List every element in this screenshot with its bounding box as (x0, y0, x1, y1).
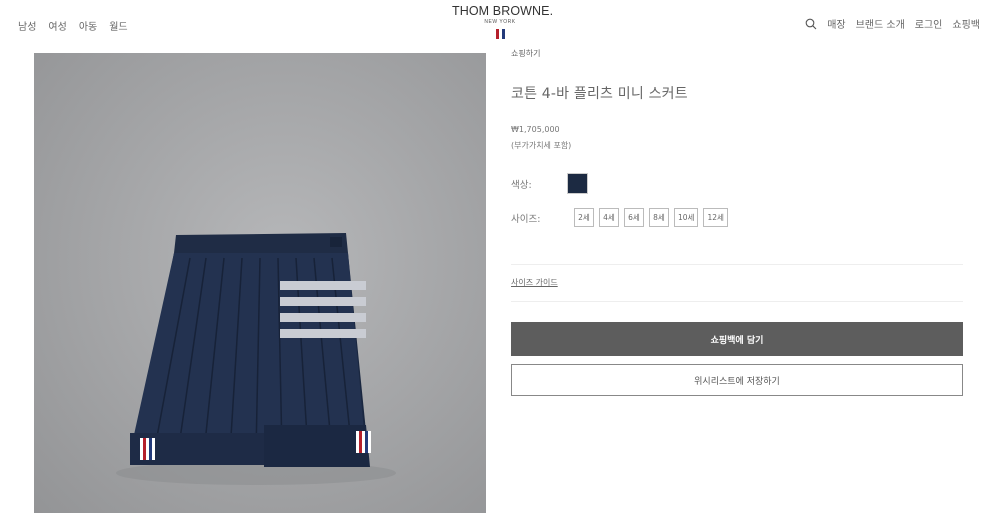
save-to-wishlist-button[interactable]: 위시리스트에 저장하기 (511, 364, 963, 396)
divider (511, 264, 963, 265)
main-nav: 남성 여성 아동 월드 (18, 18, 128, 33)
brand-logo[interactable]: THOM BROWNE. NEW YORK (452, 4, 554, 39)
nav-item-women[interactable]: 여성 (48, 18, 66, 33)
pleated-skirt-illustration (116, 233, 396, 485)
size-option[interactable]: 2세 (574, 208, 594, 227)
product-info: 쇼핑하기 코튼 4-바 플리츠 미니 스커트 ₩1,705,000 (부가가치세… (511, 48, 963, 396)
search-icon[interactable] (805, 18, 817, 30)
nav-item-stores[interactable]: 매장 (827, 16, 845, 31)
tax-note: (부가가치세 포함) (511, 141, 572, 150)
size-option[interactable]: 4세 (599, 208, 619, 227)
nav-item-login[interactable]: 로그인 (915, 16, 943, 31)
logo-subtitle: NEW YORK (484, 19, 516, 25)
size-option[interactable]: 10세 (674, 208, 699, 227)
size-guide-link[interactable]: 사이즈 가이드 (511, 277, 558, 288)
color-selector: 색상: (511, 173, 588, 194)
size-option[interactable]: 8세 (649, 208, 669, 227)
color-label: 색상: (511, 179, 532, 191)
size-label: 사이즈: (511, 213, 541, 225)
color-swatch-navy[interactable] (567, 173, 588, 194)
nav-item-about[interactable]: 브랜드 소개 (856, 16, 905, 31)
tricolor-flag-icon (452, 29, 548, 39)
nav-item-world[interactable]: 월드 (109, 18, 127, 33)
product-price: ₩1,705,000 (511, 125, 560, 134)
nav-item-men[interactable]: 남성 (18, 18, 36, 33)
add-to-bag-button[interactable]: 쇼핑백에 담기 (511, 322, 963, 356)
nav-item-shopping-bag[interactable]: 쇼핑백 (952, 16, 980, 31)
size-options: 2세 4세 6세 8세 10세 12세 (574, 208, 728, 227)
product-title: 코튼 4-바 플리츠 미니 스커트 (511, 86, 688, 102)
nav-item-kids[interactable]: 아동 (79, 18, 97, 33)
size-selector: 사이즈: 2세 4세 6세 8세 10세 12세 (511, 208, 728, 227)
utility-nav: 매장 브랜드 소개 로그인 쇼핑백 (805, 16, 980, 31)
product-image[interactable] (34, 53, 486, 513)
breadcrumb[interactable]: 쇼핑하기 (511, 48, 963, 59)
size-option[interactable]: 6세 (624, 208, 644, 227)
size-option[interactable]: 12세 (703, 208, 728, 227)
divider (511, 301, 963, 302)
logo-wordmark: THOM BROWNE. (452, 4, 554, 18)
